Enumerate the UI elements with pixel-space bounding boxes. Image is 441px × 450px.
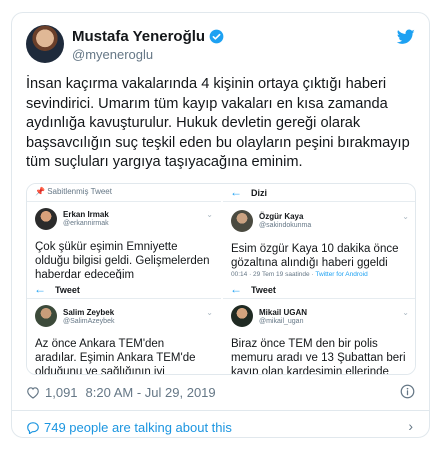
screenshot-text: Az önce Ankara TEM'den aradılar. Eşimin … bbox=[35, 338, 196, 375]
screenshot-avatar bbox=[231, 305, 253, 327]
screenshot-name: Özgür Kaya bbox=[259, 212, 304, 221]
screenshot-avatar bbox=[35, 305, 57, 327]
author-name-row[interactable]: Mustafa Yeneroğlu bbox=[72, 28, 224, 45]
back-arrow-icon: ← bbox=[230, 185, 242, 199]
chevron-down-icon: ⌄ bbox=[206, 308, 213, 317]
tweet-card: Mustafa Yeneroğlu @myeneroglu İnsan kaçı… bbox=[11, 12, 430, 438]
tweet-timestamp[interactable]: 8:20 AM - Jul 29, 2019 bbox=[86, 385, 216, 400]
tweet-line: İnsan kaçırma vakalarında 4 kişinin orta… bbox=[26, 76, 387, 92]
screenshot-text: Çok şükür eşimin Emniyette olduğu bilgis… bbox=[35, 241, 210, 279]
chevron-down-icon: ⌄ bbox=[402, 212, 409, 221]
media-image-4[interactable]: ← Tweet Mikail UGAN @mikail_ugan ⌄ Biraz… bbox=[223, 281, 415, 375]
media-image-1[interactable]: 📌 Sabitlenmiş Tweet Erkan Irmak @erkanni… bbox=[27, 184, 221, 279]
media-image-2[interactable]: ← Dizi Özgür Kaya @sakindokunma ⌄ Esim ö… bbox=[223, 184, 415, 279]
like-count[interactable]: 1,091 bbox=[45, 385, 78, 400]
footer-divider bbox=[12, 410, 429, 411]
tweet-header: Mustafa Yeneroğlu @myeneroglu bbox=[26, 25, 415, 69]
author-avatar[interactable] bbox=[26, 25, 64, 63]
screenshot-handle: @erkannirmak bbox=[63, 220, 109, 227]
tweet-line: sevindirici. Umarım tüm kayıp vakaları e… bbox=[26, 95, 388, 112]
screenshot-name: Erkan Irmak bbox=[63, 210, 109, 219]
screenshot-topbar: ← Dizi bbox=[223, 184, 415, 202]
tweet-line: aydınlığa kavuşturulur. Hukuk devletin g… bbox=[26, 115, 361, 131]
tweet-stats: 1,091 8:20 AM - Jul 29, 2019 bbox=[26, 385, 216, 400]
heart-icon[interactable] bbox=[26, 386, 40, 399]
chevron-down-icon: ⌄ bbox=[206, 210, 213, 219]
screenshot-avatar bbox=[35, 208, 57, 230]
tweet-line: başsavcılığın suç teşkil eden bu olaylar… bbox=[26, 134, 410, 151]
verified-badge-icon bbox=[209, 29, 224, 44]
screenshot-topbar: 📌 Sabitlenmiş Tweet bbox=[27, 184, 221, 202]
media-image-3[interactable]: ← Tweet Salim Zeybek @SalimAzeybek ⌄ Az … bbox=[27, 281, 221, 375]
screenshot-meta: 00:14 · 29 Tem 19 saatinde · Twitter for… bbox=[231, 271, 368, 278]
media-divider-horizontal bbox=[27, 279, 415, 281]
screenshot-top-label: Tweet bbox=[55, 285, 80, 295]
screenshot-handle: @mikail_ugan bbox=[259, 318, 304, 325]
screenshot-avatar bbox=[231, 210, 253, 232]
screenshot-topbar: ← Tweet bbox=[223, 281, 415, 299]
screenshot-handle: @sakindokunma bbox=[259, 222, 312, 229]
conversation-link[interactable]: 749 people are talking about this › bbox=[26, 418, 415, 436]
author-name[interactable]: Mustafa Yeneroğlu bbox=[72, 28, 205, 45]
tweet-line: tüm suçluları yargıya taşıyacağına emini… bbox=[26, 154, 303, 170]
author-handle[interactable]: @myeneroglu bbox=[72, 47, 153, 62]
screenshot-name: Salim Zeybek bbox=[63, 308, 115, 317]
info-icon[interactable] bbox=[400, 384, 415, 399]
screenshot-text: Biraz önce TEM den bir polis memuru arad… bbox=[231, 338, 406, 375]
back-arrow-icon: ← bbox=[230, 282, 242, 296]
screenshot-top-label: Tweet bbox=[251, 285, 276, 295]
chevron-down-icon: ⌄ bbox=[402, 308, 409, 317]
twitter-bird-icon[interactable] bbox=[397, 29, 415, 45]
screenshot-handle: @SalimAzeybek bbox=[63, 318, 115, 325]
pinned-label: 📌 Sabitlenmiş Tweet bbox=[35, 187, 112, 196]
screenshot-name: Mikail UGAN bbox=[259, 308, 308, 317]
conversation-label[interactable]: 749 people are talking about this bbox=[44, 420, 232, 435]
reply-bubble-icon bbox=[27, 421, 39, 434]
screenshot-top-label: Dizi bbox=[251, 188, 268, 198]
tweet-text: İnsan kaçırma vakalarında 4 kişinin orta… bbox=[26, 75, 418, 173]
screenshot-text: Esim özgür Kaya 10 dakika önce gözaltına… bbox=[231, 243, 399, 269]
tweet-media-grid[interactable]: 📌 Sabitlenmiş Tweet Erkan Irmak @erkanni… bbox=[26, 183, 416, 375]
screenshot-topbar: ← Tweet bbox=[27, 281, 221, 299]
back-arrow-icon: ← bbox=[34, 282, 46, 296]
chevron-right-icon: › bbox=[408, 418, 413, 434]
